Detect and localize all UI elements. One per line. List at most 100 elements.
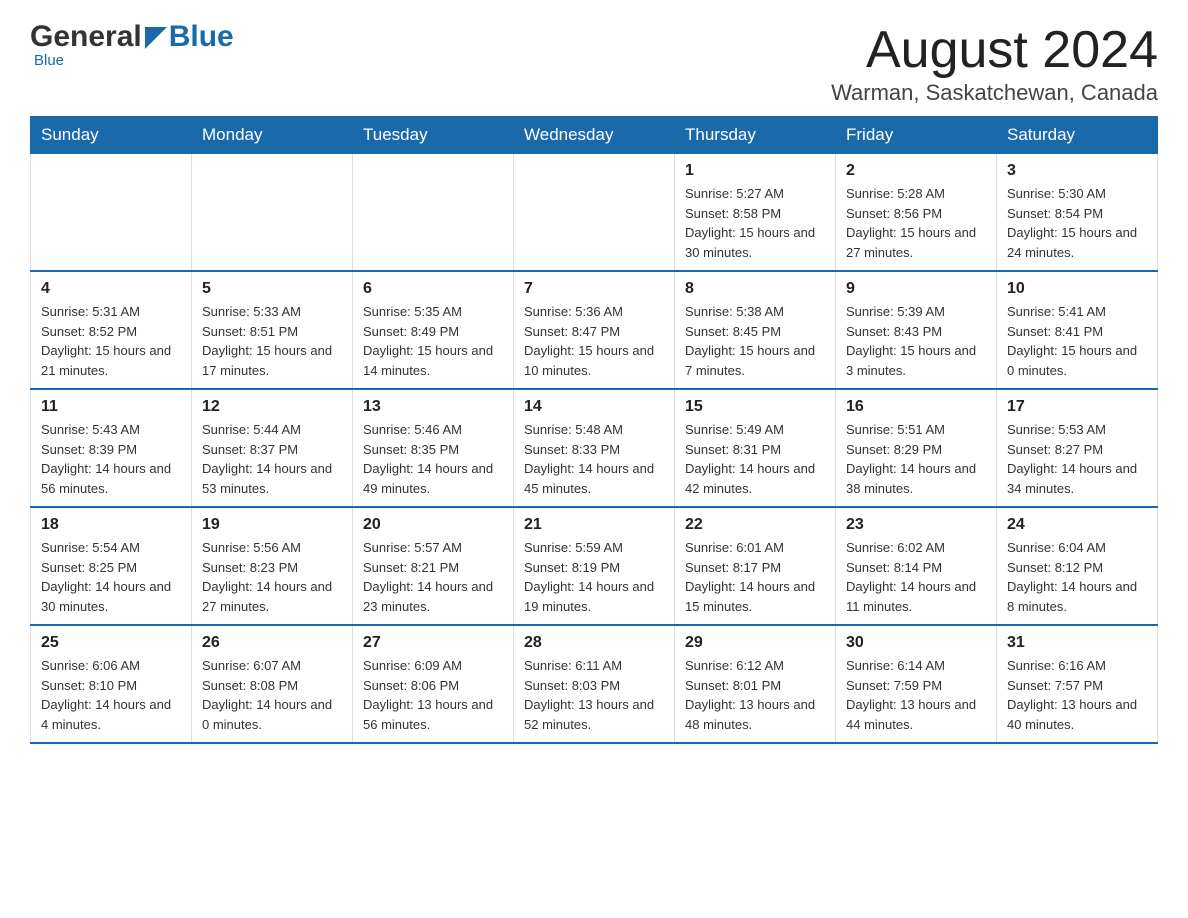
day-number: 1 — [685, 162, 825, 180]
calendar-cell: 14 Sunrise: 5:48 AM Sunset: 8:33 PM Dayli… — [514, 389, 675, 507]
day-info: Sunrise: 6:12 AM Sunset: 8:01 PM Dayligh… — [685, 656, 825, 734]
day-info: Sunrise: 5:48 AM Sunset: 8:33 PM Dayligh… — [524, 420, 664, 498]
calendar-cell: 9 Sunrise: 5:39 AM Sunset: 8:43 PM Daylig… — [836, 271, 997, 389]
calendar-cell: 17Sunrise: 5:53 AM Sunset: 8:27 PM Dayli… — [997, 389, 1158, 507]
calendar-week-row: 18 Sunrise: 5:54 AM Sunset: 8:25 PM Dayli… — [31, 507, 1158, 625]
calendar-cell: 21Sunrise: 5:59 AM Sunset: 8:19 PM Dayli… — [514, 507, 675, 625]
day-number: 12 — [202, 398, 342, 416]
day-number: 24 — [1007, 516, 1147, 534]
day-number: 6 — [363, 280, 503, 298]
day-info: Sunrise: 5:38 AM Sunset: 8:45 PM Dayligh… — [685, 302, 825, 380]
day-number: 31 — [1007, 634, 1147, 652]
day-number: 15 — [685, 398, 825, 416]
day-number: 3 — [1007, 162, 1147, 180]
day-info: Sunrise: 5:51 AM Sunset: 8:29 PM Dayligh… — [846, 420, 986, 498]
logo-general-text: General — [30, 20, 142, 54]
day-info: Sunrise: 6:02 AM Sunset: 8:14 PM Dayligh… — [846, 538, 986, 616]
calendar-cell: 7 Sunrise: 5:36 AM Sunset: 8:47 PM Daylig… — [514, 271, 675, 389]
day-info: Sunrise: 6:07 AM Sunset: 8:08 PM Dayligh… — [202, 656, 342, 734]
calendar-cell: 28Sunrise: 6:11 AM Sunset: 8:03 PM Dayli… — [514, 625, 675, 743]
calendar-cell: 19 Sunrise: 5:56 AM Sunset: 8:23 PM Dayli… — [192, 507, 353, 625]
day-info: Sunrise: 5:30 AM Sunset: 8:54 PM Dayligh… — [1007, 184, 1147, 262]
day-number: 20 — [363, 516, 503, 534]
calendar-cell — [353, 154, 514, 272]
page-header: General Blue Blue August 2024 Warman, Sa… — [30, 20, 1158, 106]
day-number: 23 — [846, 516, 986, 534]
page-subtitle: Warman, Saskatchewan, Canada — [831, 80, 1158, 106]
day-number: 13 — [363, 398, 503, 416]
day-info: Sunrise: 5:41 AM Sunset: 8:41 PM Dayligh… — [1007, 302, 1147, 380]
day-info: Sunrise: 5:57 AM Sunset: 8:21 PM Dayligh… — [363, 538, 503, 616]
calendar-cell: 4 Sunrise: 5:31 AM Sunset: 8:52 PM Daylig… — [31, 271, 192, 389]
day-number: 16 — [846, 398, 986, 416]
day-number: 30 — [846, 634, 986, 652]
day-info: Sunrise: 5:28 AM Sunset: 8:56 PM Dayligh… — [846, 184, 986, 262]
calendar-cell: 29 Sunrise: 6:12 AM Sunset: 8:01 PM Dayli… — [675, 625, 836, 743]
day-info: Sunrise: 5:54 AM Sunset: 8:25 PM Dayligh… — [41, 538, 181, 616]
calendar-cell: 30 Sunrise: 6:14 AM Sunset: 7:59 PM Dayli… — [836, 625, 997, 743]
calendar-cell: 8 Sunrise: 5:38 AM Sunset: 8:45 PM Daylig… — [675, 271, 836, 389]
calendar-cell — [192, 154, 353, 272]
day-number: 29 — [685, 634, 825, 652]
calendar-cell — [514, 154, 675, 272]
day-info: Sunrise: 6:16 AM Sunset: 7:57 PM Dayligh… — [1007, 656, 1147, 734]
day-number: 18 — [41, 516, 181, 534]
day-info: Sunrise: 6:09 AM Sunset: 8:06 PM Dayligh… — [363, 656, 503, 734]
day-number: 7 — [524, 280, 664, 298]
logo-tagline: Blue — [34, 52, 64, 69]
day-number: 2 — [846, 162, 986, 180]
day-info: Sunrise: 5:59 AM Sunset: 8:19 PM Dayligh… — [524, 538, 664, 616]
calendar-cell: 16 Sunrise: 5:51 AM Sunset: 8:29 PM Dayli… — [836, 389, 997, 507]
page-title: August 2024 — [831, 20, 1158, 80]
calendar-week-row: 4 Sunrise: 5:31 AM Sunset: 8:52 PM Daylig… — [31, 271, 1158, 389]
calendar-cell: 23 Sunrise: 6:02 AM Sunset: 8:14 PM Dayli… — [836, 507, 997, 625]
day-info: Sunrise: 5:31 AM Sunset: 8:52 PM Dayligh… — [41, 302, 181, 380]
calendar-cell: 3 Sunrise: 5:30 AM Sunset: 8:54 PM Daylig… — [997, 154, 1158, 272]
calendar-cell: 2 Sunrise: 5:28 AM Sunset: 8:56 PM Daylig… — [836, 154, 997, 272]
day-number: 9 — [846, 280, 986, 298]
calendar-cell: 31 Sunrise: 6:16 AM Sunset: 7:57 PM Dayli… — [997, 625, 1158, 743]
day-number: 26 — [202, 634, 342, 652]
calendar-cell: 13 Sunrise: 5:46 AM Sunset: 8:35 PM Dayli… — [353, 389, 514, 507]
calendar-cell: 11Sunrise: 5:43 AM Sunset: 8:39 PM Dayli… — [31, 389, 192, 507]
calendar-header-row: SundayMondayTuesdayWednesdayThursdayFrid… — [31, 117, 1158, 154]
calendar-cell: 26 Sunrise: 6:07 AM Sunset: 8:08 PM Dayli… — [192, 625, 353, 743]
logo-blue-text: Blue — [169, 20, 234, 54]
day-info: Sunrise: 5:56 AM Sunset: 8:23 PM Dayligh… — [202, 538, 342, 616]
day-info: Sunrise: 5:44 AM Sunset: 8:37 PM Dayligh… — [202, 420, 342, 498]
day-number: 19 — [202, 516, 342, 534]
day-info: Sunrise: 5:43 AM Sunset: 8:39 PM Dayligh… — [41, 420, 181, 498]
header-sunday: Sunday — [31, 117, 192, 154]
day-info: Sunrise: 5:46 AM Sunset: 8:35 PM Dayligh… — [363, 420, 503, 498]
day-info: Sunrise: 6:01 AM Sunset: 8:17 PM Dayligh… — [685, 538, 825, 616]
header-friday: Friday — [836, 117, 997, 154]
calendar-cell: 15 Sunrise: 5:49 AM Sunset: 8:31 PM Dayli… — [675, 389, 836, 507]
day-info: Sunrise: 5:49 AM Sunset: 8:31 PM Dayligh… — [685, 420, 825, 498]
day-number: 4 — [41, 280, 181, 298]
logo-triangle-icon — [145, 27, 167, 49]
day-info: Sunrise: 5:39 AM Sunset: 8:43 PM Dayligh… — [846, 302, 986, 380]
day-number: 14 — [524, 398, 664, 416]
header-saturday: Saturday — [997, 117, 1158, 154]
calendar-week-row: 11Sunrise: 5:43 AM Sunset: 8:39 PM Dayli… — [31, 389, 1158, 507]
day-number: 28 — [524, 634, 664, 652]
header-monday: Monday — [192, 117, 353, 154]
calendar-cell: 22Sunrise: 6:01 AM Sunset: 8:17 PM Dayli… — [675, 507, 836, 625]
calendar-cell: 5 Sunrise: 5:33 AM Sunset: 8:51 PM Daylig… — [192, 271, 353, 389]
calendar-cell: 18 Sunrise: 5:54 AM Sunset: 8:25 PM Dayli… — [31, 507, 192, 625]
day-number: 8 — [685, 280, 825, 298]
calendar-cell: 1Sunrise: 5:27 AM Sunset: 8:58 PM Daylig… — [675, 154, 836, 272]
day-number: 5 — [202, 280, 342, 298]
calendar-week-row: 25Sunrise: 6:06 AM Sunset: 8:10 PM Dayli… — [31, 625, 1158, 743]
day-number: 10 — [1007, 280, 1147, 298]
day-info: Sunrise: 6:04 AM Sunset: 8:12 PM Dayligh… — [1007, 538, 1147, 616]
day-info: Sunrise: 6:14 AM Sunset: 7:59 PM Dayligh… — [846, 656, 986, 734]
day-number: 27 — [363, 634, 503, 652]
day-info: Sunrise: 6:06 AM Sunset: 8:10 PM Dayligh… — [41, 656, 181, 734]
logo: General Blue Blue — [30, 20, 234, 69]
day-info: Sunrise: 5:36 AM Sunset: 8:47 PM Dayligh… — [524, 302, 664, 380]
header-tuesday: Tuesday — [353, 117, 514, 154]
day-info: Sunrise: 5:33 AM Sunset: 8:51 PM Dayligh… — [202, 302, 342, 380]
day-number: 17 — [1007, 398, 1147, 416]
header-thursday: Thursday — [675, 117, 836, 154]
